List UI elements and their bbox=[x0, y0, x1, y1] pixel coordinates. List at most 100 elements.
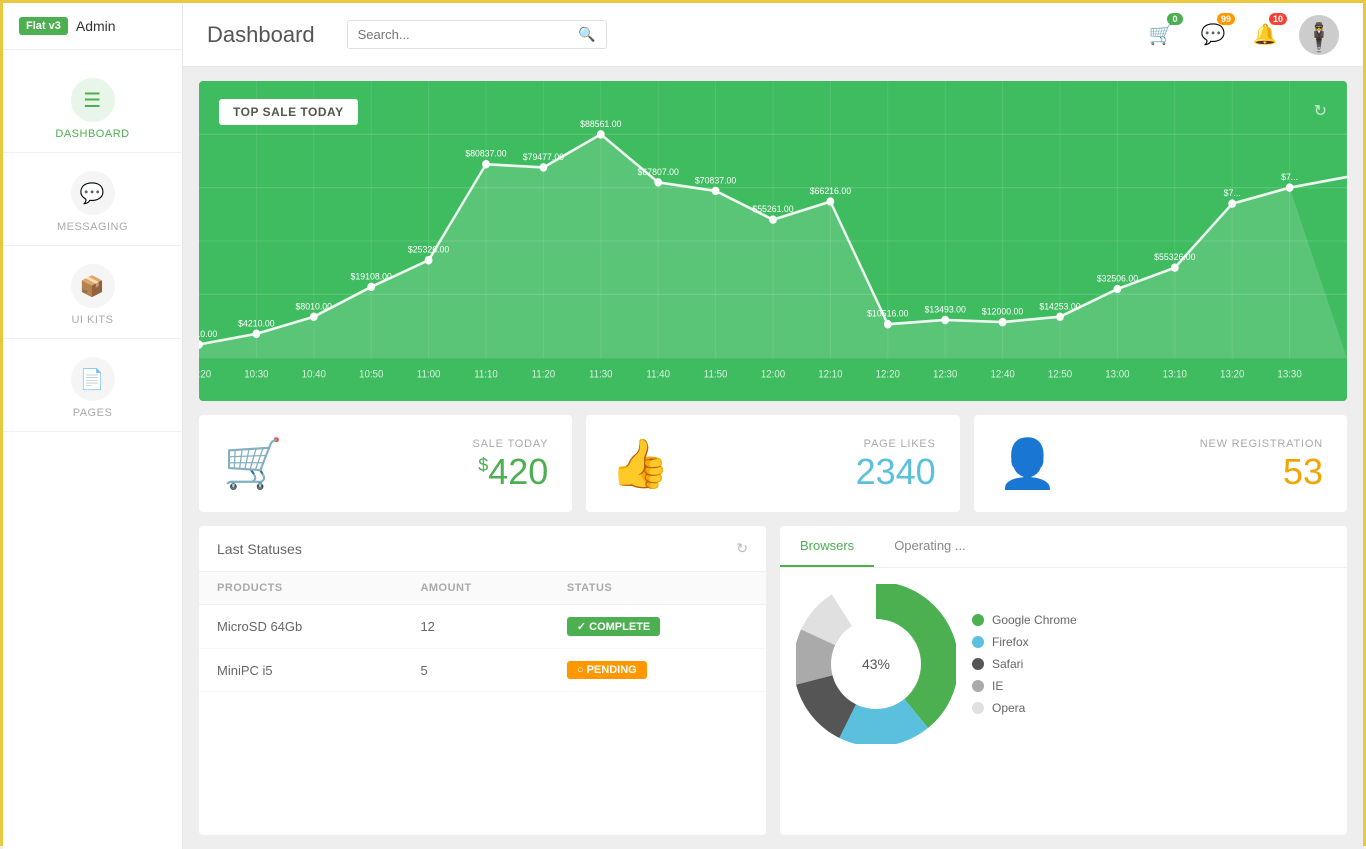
chrome-label: Google Chrome bbox=[992, 613, 1077, 627]
legend-item-chrome: Google Chrome bbox=[972, 613, 1077, 627]
sales-chart-card: TOP SALE TODAY ↻ bbox=[199, 81, 1347, 401]
firefox-dot bbox=[972, 636, 984, 648]
svg-text:$12000.00: $12000.00 bbox=[982, 306, 1023, 316]
svg-text:$79477.00: $79477.00 bbox=[523, 152, 564, 162]
safari-dot bbox=[972, 658, 984, 670]
bottom-row: Last Statuses ↻ PRODUCTS AMOUNT STATUS bbox=[199, 526, 1347, 835]
cell-status: ○ PENDING bbox=[549, 649, 766, 692]
chart-title: TOP SALE TODAY bbox=[219, 99, 358, 125]
ie-dot bbox=[972, 680, 984, 692]
browser-legend: Google Chrome Firefox Safari IE bbox=[972, 613, 1077, 715]
stat-card-likes: 👍 PAGE LIKES 2340 bbox=[586, 415, 959, 512]
svg-text:12:30: 12:30 bbox=[933, 369, 958, 380]
svg-text:43%: 43% bbox=[862, 656, 890, 672]
cell-amount: 5 bbox=[402, 649, 548, 692]
sidebar-item-pages[interactable]: 📄 PAGES bbox=[3, 339, 182, 432]
svg-text:12:20: 12:20 bbox=[876, 369, 901, 380]
avatar-icon: 🕴 bbox=[1302, 21, 1337, 54]
sales-info: SALE TODAY $420 bbox=[303, 438, 549, 490]
statuses-refresh-icon[interactable]: ↻ bbox=[736, 540, 748, 557]
svg-text:$55261.00: $55261.00 bbox=[752, 204, 793, 214]
svg-text:11:20: 11:20 bbox=[532, 369, 556, 380]
messaging-icon: 💬 bbox=[71, 171, 115, 215]
safari-label: Safari bbox=[992, 657, 1023, 671]
notifications-button[interactable]: 🔔 10 bbox=[1247, 17, 1283, 53]
chart-svg-container: $2810.00 $4210.00 $8010.00 $19108.00 $25… bbox=[199, 81, 1347, 401]
svg-text:$25326.00: $25326.00 bbox=[408, 244, 449, 254]
svg-text:$32506.00: $32506.00 bbox=[1097, 273, 1138, 283]
svg-text:12:50: 12:50 bbox=[1048, 369, 1073, 380]
table-row: MiniPC i5 5 ○ PENDING bbox=[199, 649, 766, 692]
status-badge: ○ PENDING bbox=[567, 661, 647, 679]
sidebar-item-messaging[interactable]: 💬 MESSAGING bbox=[3, 153, 182, 246]
svg-text:12:00: 12:00 bbox=[761, 369, 786, 380]
avatar[interactable]: 🕴 bbox=[1299, 15, 1339, 55]
cell-status: ✓ COMPLETE bbox=[549, 605, 766, 649]
table-row: MicroSD 64Gb 12 ✓ COMPLETE bbox=[199, 605, 766, 649]
cart-badge: 0 bbox=[1167, 13, 1183, 25]
legend-item-ie: IE bbox=[972, 679, 1077, 693]
svg-text:$67807.00: $67807.00 bbox=[638, 167, 679, 177]
svg-text:10:20: 10:20 bbox=[199, 369, 211, 380]
search-input[interactable] bbox=[358, 27, 573, 42]
statuses-header: Last Statuses ↻ bbox=[199, 526, 766, 572]
likes-icon: 👍 bbox=[610, 435, 670, 492]
legend-item-firefox: Firefox bbox=[972, 635, 1077, 649]
svg-text:11:30: 11:30 bbox=[589, 369, 613, 380]
sidebar-item-uikits[interactable]: 📦 UI KITS bbox=[3, 246, 182, 339]
status-badge: ✓ COMPLETE bbox=[567, 617, 660, 636]
registration-info: NEW REGISTRATION 53 bbox=[1077, 438, 1323, 490]
browser-tabs: Browsers Operating ... bbox=[780, 526, 1347, 568]
svg-text:11:00: 11:00 bbox=[417, 369, 441, 380]
header-icons: 🛒 0 💬 99 🔔 10 🕴 bbox=[1143, 15, 1339, 55]
messages-badge: 99 bbox=[1217, 13, 1235, 25]
page-title: Dashboard bbox=[207, 22, 315, 48]
sales-value: $420 bbox=[478, 454, 548, 490]
browser-content: 43% Google Chrome Firefox bbox=[780, 568, 1347, 760]
sales-icon: 🛒 bbox=[223, 435, 283, 492]
svg-text:12:10: 12:10 bbox=[818, 369, 843, 380]
brand-name: Admin bbox=[76, 18, 116, 34]
svg-text:$7...: $7... bbox=[1224, 188, 1241, 198]
svg-text:$88561.00: $88561.00 bbox=[580, 119, 621, 129]
cell-product: MicroSD 64Gb bbox=[199, 605, 402, 649]
stats-row: 🛒 SALE TODAY $420 👍 PAGE LIKES 2340 👤 bbox=[199, 415, 1347, 512]
registration-value: 53 bbox=[1283, 454, 1323, 490]
chart-refresh-icon[interactable]: ↻ bbox=[1314, 101, 1327, 121]
registration-icon: 👤 bbox=[998, 435, 1058, 492]
header: Dashboard 🔍 🛒 0 💬 99 🔔 10 🕴 bbox=[183, 3, 1363, 67]
stat-card-sales: 🛒 SALE TODAY $420 bbox=[199, 415, 572, 512]
table-header-row: PRODUCTS AMOUNT STATUS bbox=[199, 572, 766, 605]
svg-text:10:50: 10:50 bbox=[359, 369, 384, 380]
cart-button[interactable]: 🛒 0 bbox=[1143, 17, 1179, 53]
ie-label: IE bbox=[992, 679, 1003, 693]
svg-text:$8010.00: $8010.00 bbox=[296, 301, 332, 311]
sidebar-item-dashboard-label: DASHBOARD bbox=[55, 128, 129, 140]
cell-product: MiniPC i5 bbox=[199, 649, 402, 692]
brand-badge: Flat v3 bbox=[19, 17, 68, 35]
cell-amount: 12 bbox=[402, 605, 548, 649]
sidebar: Flat v3 Admin ☰ DASHBOARD 💬 MESSAGING 📦 … bbox=[3, 3, 183, 849]
search-box[interactable]: 🔍 bbox=[347, 20, 607, 49]
sidebar-item-pages-label: PAGES bbox=[73, 407, 113, 419]
sales-label: SALE TODAY bbox=[472, 438, 548, 450]
content-area: TOP SALE TODAY ↻ bbox=[183, 67, 1363, 849]
tab-browsers[interactable]: Browsers bbox=[780, 526, 874, 567]
sidebar-item-dashboard[interactable]: ☰ DASHBOARD bbox=[3, 60, 182, 153]
stat-card-registration: 👤 NEW REGISTRATION 53 bbox=[974, 415, 1347, 512]
svg-text:12:40: 12:40 bbox=[990, 369, 1015, 380]
svg-text:11:50: 11:50 bbox=[704, 369, 728, 380]
sidebar-nav: ☰ DASHBOARD 💬 MESSAGING 📦 UI KITS 📄 PAGE… bbox=[3, 60, 182, 432]
svg-text:11:40: 11:40 bbox=[646, 369, 670, 380]
svg-text:$2810.00: $2810.00 bbox=[199, 329, 217, 339]
sidebar-item-messaging-label: MESSAGING bbox=[57, 221, 128, 233]
svg-text:$80837.00: $80837.00 bbox=[465, 148, 506, 158]
sidebar-header: Flat v3 Admin bbox=[3, 3, 182, 50]
opera-dot bbox=[972, 702, 984, 714]
messages-button[interactable]: 💬 99 bbox=[1195, 17, 1231, 53]
svg-text:$19108.00: $19108.00 bbox=[351, 271, 392, 281]
svg-text:13:00: 13:00 bbox=[1105, 369, 1130, 380]
svg-text:$70837.00: $70837.00 bbox=[695, 175, 736, 185]
tab-operating[interactable]: Operating ... bbox=[874, 526, 986, 567]
col-products: PRODUCTS bbox=[199, 572, 402, 605]
